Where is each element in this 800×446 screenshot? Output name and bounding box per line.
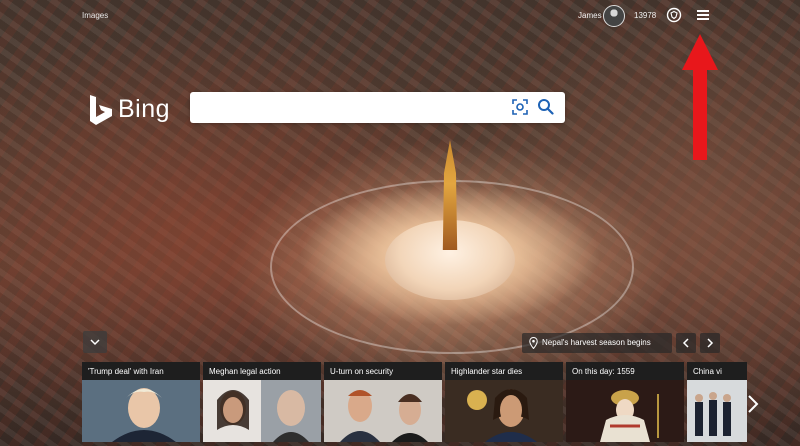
avatar[interactable] xyxy=(603,5,625,27)
news-card[interactable]: Meghan legal action xyxy=(203,362,321,442)
reward-points[interactable]: 13978 xyxy=(634,11,656,20)
bing-logo-icon xyxy=(90,95,112,125)
news-card-title: 'Trump deal' with Iran xyxy=(82,362,200,380)
user-name[interactable]: James xyxy=(578,11,602,20)
search-box xyxy=(190,92,565,123)
news-card[interactable]: U-turn on security xyxy=(324,362,442,442)
next-image-button[interactable] xyxy=(700,333,720,353)
search-input[interactable] xyxy=(198,98,492,118)
news-card-title: U-turn on security xyxy=(324,362,442,380)
news-card-image xyxy=(566,380,684,442)
news-card-image xyxy=(687,380,747,442)
news-card-title: Highlander star dies xyxy=(445,362,563,380)
annotation-arrow xyxy=(682,34,718,160)
visual-search-icon[interactable] xyxy=(512,99,528,115)
news-carousel: 'Trump deal' with Iran Meghan legal acti… xyxy=(82,362,800,446)
news-card-image xyxy=(324,380,442,442)
news-card-title: Meghan legal action xyxy=(203,362,321,380)
carousel-next-button[interactable] xyxy=(745,392,761,416)
news-card-image xyxy=(445,380,563,442)
news-card[interactable]: China vi xyxy=(687,362,747,442)
news-card[interactable]: On this day: 1559 xyxy=(566,362,684,442)
collapse-news-button[interactable] xyxy=(83,331,107,353)
chevron-right-icon xyxy=(707,338,714,348)
menu-button[interactable] xyxy=(695,7,711,23)
image-caption[interactable]: Nepal's harvest season begins xyxy=(522,333,672,353)
news-card-image xyxy=(82,380,200,442)
previous-image-button[interactable] xyxy=(676,333,696,353)
location-pin-icon xyxy=(529,337,538,349)
search-icon[interactable] xyxy=(537,98,554,115)
news-card-title: On this day: 1559 xyxy=(566,362,684,380)
news-card-title: China vi xyxy=(687,362,747,380)
bing-logo-text: Bing xyxy=(118,95,171,123)
news-card[interactable]: 'Trump deal' with Iran xyxy=(82,362,200,442)
chevron-left-icon xyxy=(682,338,689,348)
news-card-image xyxy=(203,380,321,442)
chevron-right-icon xyxy=(748,395,759,413)
top-header: Images James 13978 xyxy=(0,0,800,34)
news-card[interactable]: Highlander star dies xyxy=(445,362,563,442)
chevron-down-icon xyxy=(90,339,100,346)
images-link[interactable]: Images xyxy=(82,11,108,20)
rewards-icon[interactable] xyxy=(666,7,682,23)
hamburger-icon xyxy=(697,10,709,12)
caption-text: Nepal's harvest season begins xyxy=(542,338,651,347)
